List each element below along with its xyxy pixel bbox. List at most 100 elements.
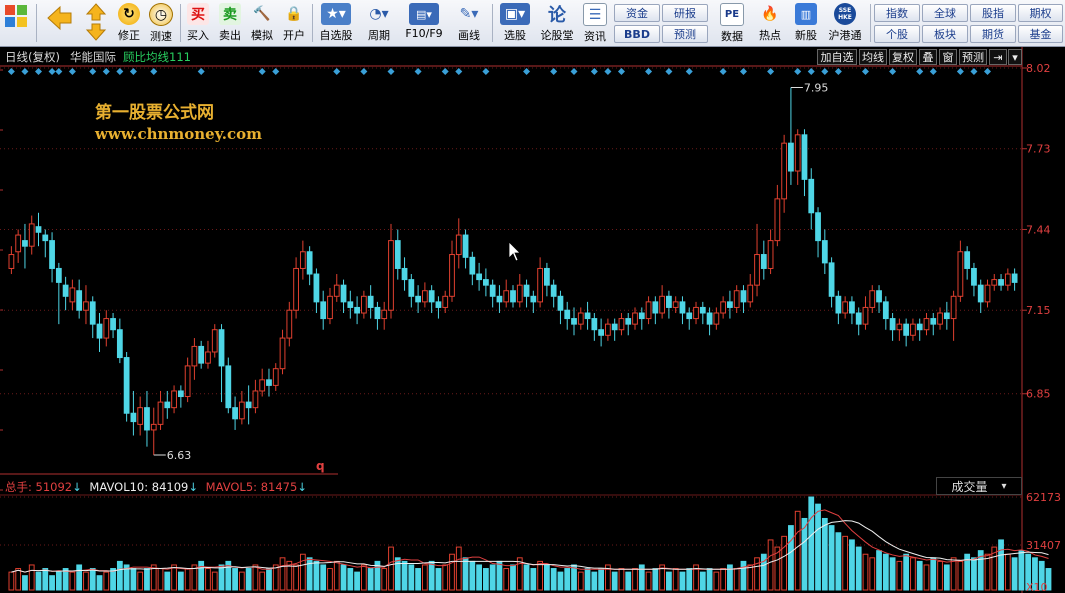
candle-body bbox=[591, 318, 598, 331]
low-price-label: 6.63 bbox=[167, 449, 192, 462]
candle-body bbox=[720, 301, 727, 314]
volume-bar bbox=[184, 568, 191, 591]
volume-bar bbox=[794, 510, 801, 591]
volume-bar bbox=[652, 568, 659, 591]
candle-body bbox=[943, 312, 950, 320]
candle-body bbox=[103, 318, 110, 339]
volume-bar bbox=[171, 564, 177, 591]
candle-body bbox=[645, 301, 652, 320]
kline-chart[interactable]: 8.027.737.447.156.856217331407X10 7.95 6… bbox=[0, 0, 1065, 593]
candle-body bbox=[537, 267, 544, 303]
candle-body bbox=[299, 251, 306, 269]
volume-bar bbox=[808, 496, 815, 591]
candle-body bbox=[808, 178, 815, 214]
candle-body bbox=[672, 301, 679, 308]
signal-diamond-icon bbox=[861, 68, 869, 75]
volume-bar bbox=[835, 532, 842, 591]
volume-bar bbox=[15, 568, 22, 591]
volume-bar bbox=[394, 557, 401, 591]
volume-bar bbox=[537, 560, 544, 591]
volume-bar bbox=[381, 568, 388, 591]
forecast-button[interactable]: 预测 bbox=[959, 49, 987, 65]
candle-body bbox=[462, 234, 469, 258]
volume-bar bbox=[388, 546, 394, 591]
overlay-button[interactable]: 叠 bbox=[919, 49, 937, 65]
candle-body bbox=[842, 301, 849, 314]
candle-body bbox=[510, 290, 516, 303]
candle-body bbox=[367, 295, 374, 308]
panel-menu-button[interactable]: ▾ bbox=[1008, 49, 1022, 65]
candle-body bbox=[144, 407, 150, 431]
candle-body bbox=[984, 284, 991, 303]
candle-body bbox=[49, 240, 55, 269]
candle-body bbox=[28, 223, 35, 247]
q-marker: q bbox=[316, 459, 325, 473]
candle-body bbox=[408, 279, 415, 297]
period-label[interactable]: 日线(复权) bbox=[5, 49, 60, 65]
collapse-panel-button[interactable]: ⇥ bbox=[989, 49, 1007, 65]
candle-body bbox=[747, 284, 754, 303]
volume-bar bbox=[306, 557, 313, 591]
volume-bar bbox=[96, 575, 103, 591]
candle-body bbox=[544, 267, 550, 286]
volume-bar bbox=[828, 525, 835, 591]
signal-diamond-icon bbox=[821, 68, 829, 75]
candle-body bbox=[828, 262, 835, 297]
candle-body bbox=[679, 301, 686, 314]
signal-diamond-icon bbox=[55, 68, 63, 75]
candle-body bbox=[428, 290, 435, 303]
volume-bar bbox=[971, 557, 977, 591]
ma-button[interactable]: 均线 bbox=[859, 49, 887, 65]
volume-bar bbox=[299, 553, 306, 591]
signal-diamond-icon bbox=[983, 68, 991, 75]
volume-bar bbox=[720, 568, 727, 591]
candle-body bbox=[22, 240, 28, 247]
candle-body bbox=[15, 234, 22, 253]
volume-bar bbox=[198, 560, 205, 591]
volume-bar bbox=[455, 546, 462, 591]
volume-bar bbox=[625, 571, 632, 591]
volume-bar bbox=[211, 571, 218, 591]
total-volume-value: 51092 bbox=[35, 480, 73, 494]
signal-diamond-icon bbox=[258, 68, 266, 75]
signal-diamond-icon bbox=[387, 68, 395, 75]
candle-body bbox=[157, 401, 164, 425]
volume-bar bbox=[130, 568, 137, 591]
candle-body bbox=[632, 312, 638, 325]
candle-body bbox=[469, 256, 476, 275]
candle-body bbox=[693, 306, 699, 320]
volume-bar bbox=[889, 557, 896, 591]
indicator-name[interactable]: 顾比均线111 bbox=[123, 49, 191, 65]
candle-body bbox=[889, 318, 896, 331]
candle-body bbox=[910, 323, 916, 336]
signal-diamond-icon bbox=[272, 68, 280, 75]
volume-bar bbox=[428, 560, 435, 591]
candle-body bbox=[259, 379, 266, 392]
candle-body bbox=[950, 295, 957, 320]
watermark-title: 第一股票公式网 bbox=[95, 103, 214, 123]
candle-body bbox=[293, 267, 299, 311]
volume-bar bbox=[408, 564, 415, 591]
mavol10-value: 84109 bbox=[151, 480, 189, 494]
candle-body bbox=[313, 273, 320, 303]
candle-body bbox=[727, 301, 733, 308]
candle-body bbox=[198, 345, 205, 364]
candle-body bbox=[835, 295, 842, 314]
volume-bar bbox=[245, 568, 252, 591]
adjust-button[interactable]: 复权 bbox=[889, 49, 917, 65]
candle-body bbox=[489, 284, 496, 297]
window-button[interactable]: 窗 bbox=[939, 49, 957, 65]
candle-body bbox=[110, 318, 116, 331]
candle-body bbox=[611, 323, 618, 331]
volume-bar bbox=[544, 564, 550, 591]
add-watchlist-button[interactable]: 加自选 bbox=[817, 49, 857, 65]
candle-body bbox=[638, 312, 645, 320]
candle-body bbox=[503, 290, 510, 303]
volume-bar bbox=[849, 539, 855, 591]
volume-indicator-selector[interactable]: 成交量 ▾ bbox=[936, 477, 1022, 495]
volume-bar bbox=[584, 568, 591, 591]
candle-body bbox=[971, 267, 977, 286]
signal-diamond-icon bbox=[89, 68, 97, 75]
candle-body bbox=[516, 284, 523, 303]
candle-body bbox=[706, 312, 713, 325]
